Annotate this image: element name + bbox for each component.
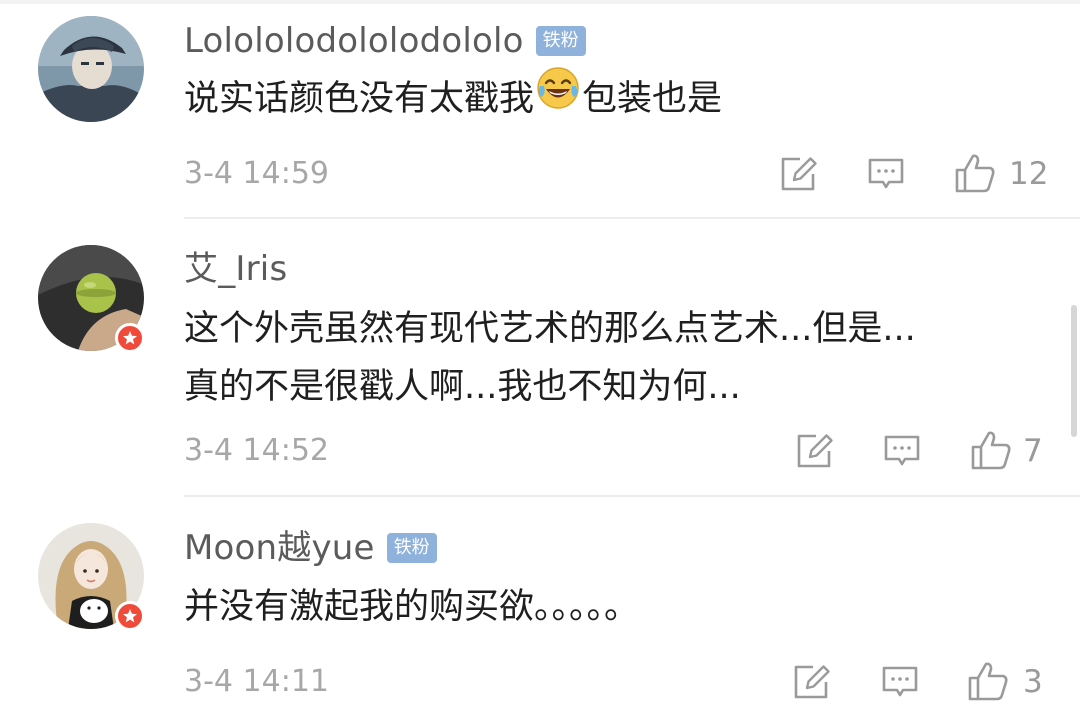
repost-icon[interactable]	[795, 431, 835, 471]
repost-icon[interactable]	[792, 662, 832, 702]
comment-divider	[184, 217, 1080, 219]
username[interactable]: Moon越yue	[184, 528, 375, 568]
name-row: Moon越yue 铁粉	[184, 528, 437, 568]
like-count: 12	[1009, 156, 1049, 192]
comment-text-part: 包装也是	[582, 79, 723, 119]
avatar[interactable]	[38, 16, 144, 122]
timestamp: 3-4 14:11	[184, 664, 329, 699]
comment-text-line: 真的不是很戳人啊...我也不知为何...	[184, 367, 741, 407]
name-row: Lolololodololodololo 铁粉	[184, 21, 586, 61]
name-row: 艾_Iris	[184, 249, 287, 289]
username[interactable]: 艾_Iris	[184, 249, 287, 289]
username[interactable]: Lolololodololodololo	[184, 21, 524, 61]
scrollbar[interactable]	[1071, 305, 1077, 437]
like-count: 3	[1023, 664, 1043, 700]
fan-badge: 铁粉	[386, 533, 437, 563]
top-divider	[0, 0, 1080, 4]
timestamp: 3-4 14:52	[184, 433, 329, 468]
comment-text: 这个外壳虽然有现代艺术的那么点艺术...但是... 真的不是很戳人啊...我也不…	[184, 300, 1054, 416]
comment-icon[interactable]	[866, 154, 906, 194]
comment-text: 并没有激起我的购买欲。。。。。	[184, 587, 640, 627]
comment-divider	[184, 495, 1080, 497]
thumbs-up-icon[interactable]	[969, 428, 1013, 472]
repost-icon[interactable]	[779, 154, 819, 194]
comment-icon[interactable]	[880, 662, 920, 702]
comment-text-part: 说实话颜色没有太戳我	[184, 79, 535, 119]
thumbs-up-icon[interactable]	[966, 659, 1010, 703]
like-count: 7	[1023, 433, 1043, 469]
comment-text-line: 这个外壳虽然有现代艺术的那么点艺术...但是...	[184, 309, 916, 349]
timestamp: 3-4 14:59	[184, 156, 329, 191]
comment-text: 说实话颜色没有太戳我 包装也是	[184, 67, 1054, 128]
comment-icon[interactable]	[882, 431, 922, 471]
verified-star-icon	[115, 323, 145, 353]
fan-badge: 铁粉	[535, 26, 586, 56]
thumbs-up-icon[interactable]	[953, 151, 997, 195]
verified-star-icon	[115, 601, 145, 631]
laughing-tears-emoji-icon	[536, 66, 580, 128]
